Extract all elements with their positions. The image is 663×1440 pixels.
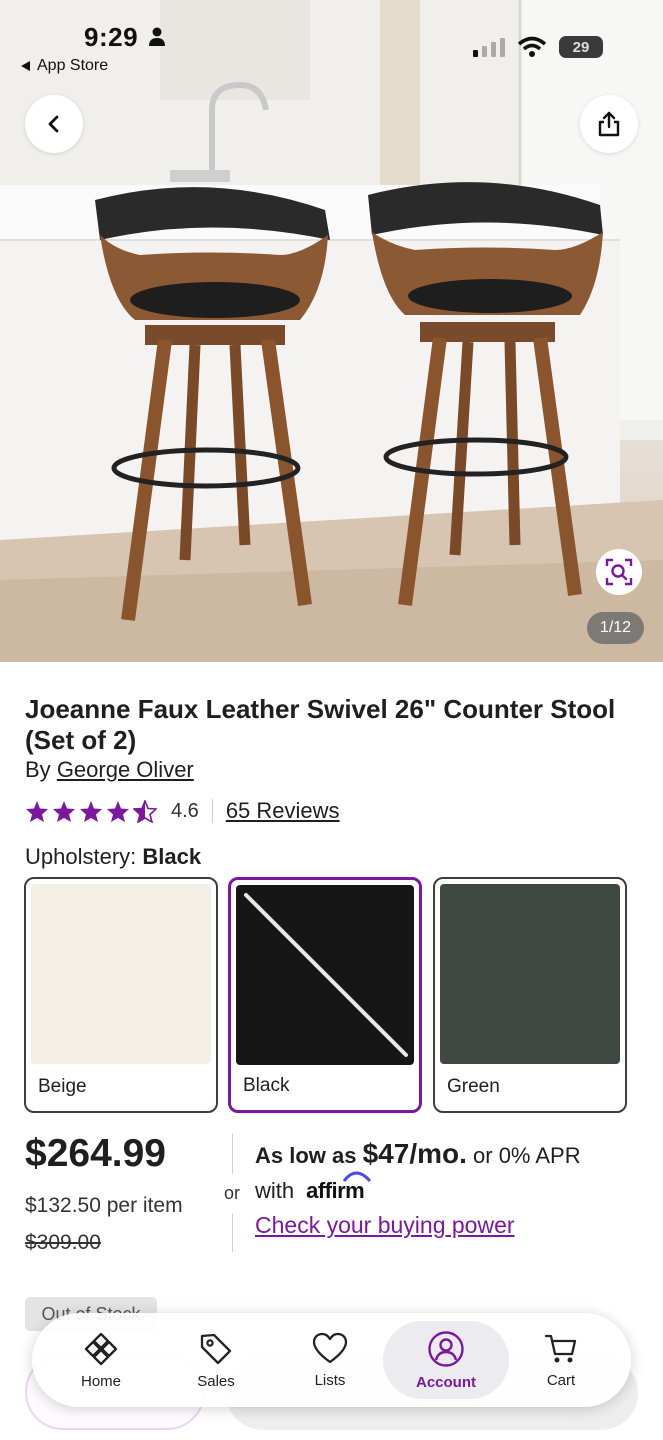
visual-search-button[interactable] (596, 549, 642, 595)
rating-row: 4.6 65 Reviews (25, 796, 340, 826)
rating-value: 4.6 (171, 799, 199, 822)
tab-label: Account (416, 1373, 476, 1391)
option-label: Upholstery: Black (25, 844, 201, 870)
share-button[interactable] (580, 95, 638, 153)
buying-power-link[interactable]: Check your buying power (255, 1212, 515, 1239)
cart-icon (544, 1334, 577, 1362)
reviews-link[interactable]: 65 Reviews (226, 798, 340, 824)
or-separator: or (224, 1183, 241, 1203)
tab-home[interactable]: Home (43, 1321, 159, 1399)
brand-line: By George Oliver (25, 757, 194, 783)
star-full-icon (53, 800, 75, 822)
affirm-line: with affirm (255, 1171, 372, 1204)
home-diamond-icon (84, 1332, 118, 1365)
swatch-chip (440, 884, 620, 1064)
back-to-app-store[interactable]: App Store (20, 57, 108, 75)
rating-divider (211, 799, 213, 823)
image-counter: 1/12 (587, 612, 644, 644)
tab-label: Lists (314, 1371, 346, 1389)
back-app-label: App Store (37, 57, 109, 74)
affirm-logo: affirm (306, 1171, 372, 1204)
tab-label: Sales (197, 1372, 235, 1390)
option-selected-value: Black (142, 844, 202, 869)
price-divider-top (232, 1134, 233, 1174)
as-low-prefix: As low as (255, 1143, 357, 1168)
tab-sales[interactable]: Sales (158, 1321, 274, 1399)
swatch-green[interactable]: Green (433, 877, 627, 1113)
bottom-tab-bar: Home Sales Lists Account Cart (32, 1313, 631, 1407)
product-image-gallery[interactable]: 9:29 App Store 29 1/12 (0, 0, 663, 662)
tag-icon (200, 1333, 232, 1364)
status-time: 9:29 (84, 22, 139, 52)
tab-account[interactable]: Account (383, 1321, 509, 1399)
with-text: with (255, 1178, 295, 1203)
status-indicators: 29 (473, 36, 603, 58)
heart-icon (312, 1332, 348, 1363)
signal-icon (473, 38, 505, 57)
account-icon (428, 1330, 464, 1367)
swatch-beige[interactable]: Beige (24, 877, 218, 1113)
wifi-icon (517, 36, 547, 57)
current-price: $264.99 (25, 1132, 166, 1175)
tab-lists[interactable]: Lists (272, 1321, 388, 1399)
product-photo (0, 0, 663, 662)
back-button[interactable] (25, 95, 83, 153)
tab-label: Cart (546, 1371, 576, 1389)
by-prefix: By (25, 757, 51, 782)
star-full-icon (26, 800, 48, 822)
visual-search-icon (605, 558, 633, 586)
person-icon (149, 27, 165, 46)
brand-link[interactable]: George Oliver (57, 757, 194, 782)
status-bar: 9:29 App Store 29 (0, 0, 663, 90)
product-title: Joeanne Faux Leather Swivel 26" Counter … (25, 694, 616, 755)
back-triangle-icon (21, 61, 30, 71)
affirm-arc-icon (342, 1171, 372, 1183)
share-icon (598, 111, 620, 137)
chevron-left-icon (48, 115, 59, 133)
star-rating (25, 799, 157, 823)
unavailable-slash-icon (244, 893, 408, 1057)
swatch-black[interactable]: Black (228, 877, 422, 1113)
monthly-amount: $47/mo. (362, 1138, 467, 1169)
swatch-label: Black (243, 1075, 290, 1096)
swatch-chip (236, 885, 414, 1065)
swatch-label: Beige (38, 1076, 87, 1097)
battery-indicator: 29 (559, 36, 603, 58)
star-full-icon (107, 800, 129, 822)
swatch-chip (31, 884, 211, 1064)
price-divider-bottom (232, 1214, 233, 1252)
star-half-icon (133, 799, 157, 823)
swatch-label: Green (447, 1076, 500, 1097)
option-label-text: Upholstery: (25, 844, 137, 869)
per-item-price: $132.50 per item (25, 1194, 183, 1217)
star-full-icon (80, 800, 102, 822)
original-price: $309.00 (25, 1231, 101, 1254)
apr-text: or 0% APR (473, 1143, 581, 1168)
financing-offer: As low as $47/mo. or 0% APR (255, 1138, 581, 1170)
tab-label: Home (80, 1372, 121, 1390)
tab-cart[interactable]: Cart (503, 1321, 619, 1399)
